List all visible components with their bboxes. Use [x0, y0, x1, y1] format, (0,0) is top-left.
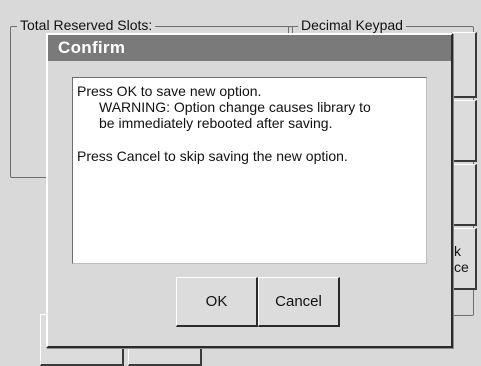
keypad-backspace-button[interactable]: k ce [452, 228, 477, 290]
cancel-button[interactable]: Cancel [258, 277, 340, 327]
total-reserved-slots-label: Total Reserved Slots: [17, 17, 156, 33]
backspace-label-line1: k [454, 243, 461, 259]
message-line-1: Press OK to save new option. [77, 83, 262, 99]
message-line-4: Press Cancel to skip saving the new opti… [77, 148, 348, 164]
dialog-title: Confirm [58, 38, 126, 57]
decimal-keypad-label: Decimal Keypad [298, 17, 406, 33]
message-line-3: be immediately rebooted after saving. [99, 115, 333, 131]
message-warning-line: WARNING: Option change causes library to [99, 99, 371, 115]
keypad-button-3[interactable] [452, 164, 477, 226]
backspace-label-line2: ce [454, 259, 469, 275]
keypad-button-1[interactable] [452, 32, 477, 98]
keypad-button-2[interactable] [452, 100, 477, 162]
ok-button[interactable]: OK [176, 277, 258, 327]
confirm-dialog: Confirm Press OK to save new option. WAR… [46, 33, 453, 348]
dialog-titlebar: Confirm [48, 35, 451, 61]
message-box: Press OK to save new option. WARNING: Op… [72, 77, 427, 264]
